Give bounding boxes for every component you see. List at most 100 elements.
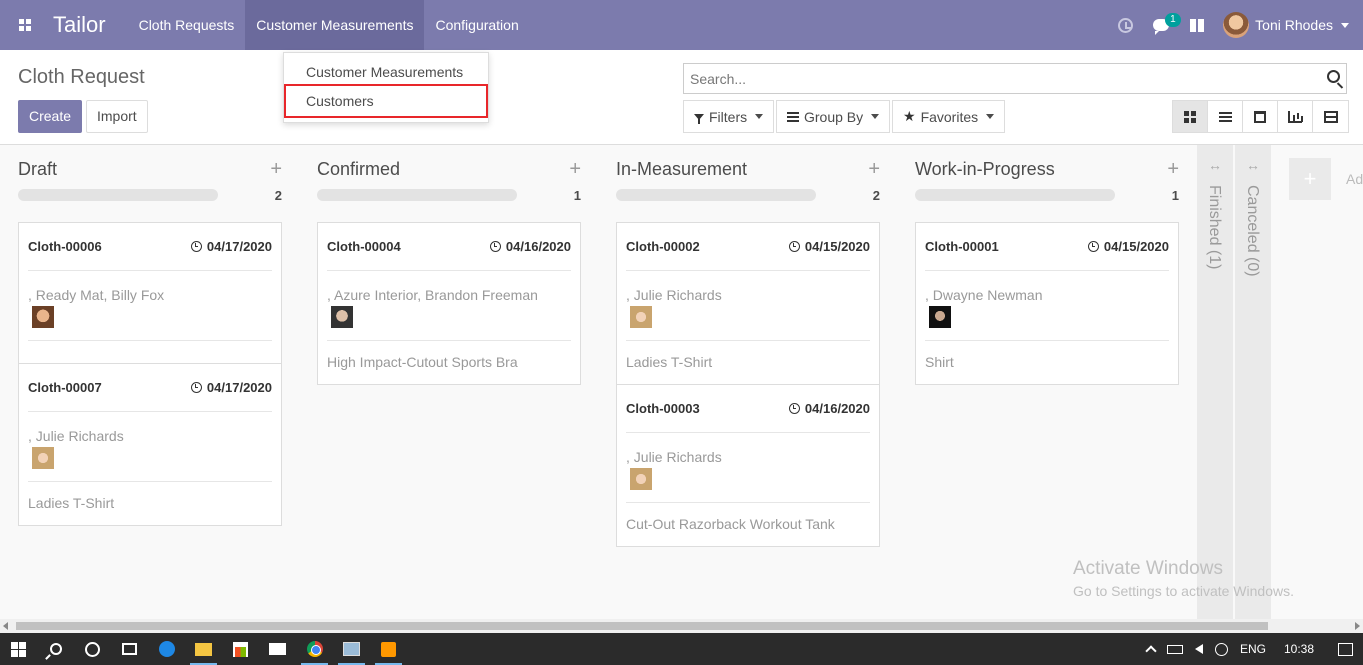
battery-icon[interactable] [1161, 644, 1189, 654]
card-date-value: 04/16/2020 [505, 239, 571, 254]
folded-column-finished[interactable]: ↔ Finished (1) [1197, 145, 1233, 620]
column-count: 1 [1171, 187, 1179, 203]
card-reference: Cloth-00002 [626, 239, 700, 254]
kanban-column-confirmed: Confirmed + 1 Cloth-00004 04/16/2020 , A… [317, 145, 581, 385]
card-customer: , Julie Richards [626, 287, 722, 303]
column-title: In-Measurement [616, 158, 748, 179]
task-view-icon[interactable] [111, 633, 148, 665]
clock-time[interactable]: 10:38 [1278, 642, 1320, 656]
column-add-icon[interactable]: + [270, 158, 282, 181]
file-explorer-icon[interactable] [185, 633, 222, 665]
pivot-view-button[interactable] [1313, 101, 1348, 132]
search-input[interactable] [684, 64, 1304, 93]
customer-avatar [929, 306, 951, 328]
language-indicator[interactable]: ENG [1234, 642, 1272, 656]
column-progress-bar [317, 189, 517, 201]
apps-menu-icon[interactable] [0, 0, 50, 50]
calendar-view-button[interactable] [1243, 101, 1278, 132]
bars-icon [787, 111, 799, 122]
column-add-icon[interactable]: + [868, 158, 880, 181]
card-date-value: 04/17/2020 [206, 239, 272, 254]
messages-chat-icon[interactable]: 1 [1143, 0, 1181, 50]
customer-avatar [630, 306, 652, 328]
card-reference: Cloth-00001 [925, 239, 999, 254]
column-progress-bar [18, 189, 218, 201]
customer-avatar [32, 306, 54, 328]
card-product [28, 341, 272, 363]
favorites-label: Favorites [920, 108, 979, 125]
menu-configuration[interactable]: Configuration [424, 0, 529, 50]
list-view-icon [1218, 111, 1232, 122]
kanban-card[interactable]: Cloth-00003 04/16/2020 , Julie Richards … [616, 384, 880, 547]
photos-icon[interactable] [333, 633, 370, 665]
menu-cloth-requests[interactable]: Cloth Requests [128, 0, 246, 50]
group-by-button[interactable]: Group By [776, 100, 891, 133]
kanban-card[interactable]: Cloth-00002 04/15/2020 , Julie Richards … [616, 222, 880, 385]
app-brand: Tailor [53, 12, 106, 37]
scroll-right-icon[interactable] [1355, 622, 1360, 630]
card-date-value: 04/17/2020 [206, 380, 272, 395]
menu-customer-measurements[interactable]: Customer Measurements [245, 0, 425, 50]
card-product: Shirt [925, 354, 954, 370]
calendar-view-icon [1254, 110, 1266, 123]
folded-column-canceled[interactable]: ↔ Canceled (0) [1235, 145, 1271, 620]
card-customer: , Azure Interior, Brandon Freeman [327, 287, 538, 303]
filters-button[interactable]: Filters [683, 100, 775, 133]
card-date-value: 04/15/2020 [804, 239, 870, 254]
horizontal-scrollbar[interactable] [0, 619, 1363, 633]
card-reference: Cloth-00007 [28, 380, 102, 395]
create-button[interactable]: Create [18, 100, 83, 133]
tray-chevron-up-icon[interactable] [1141, 643, 1161, 657]
windows-start-icon[interactable] [0, 633, 37, 665]
add-column-button[interactable]: + [1289, 158, 1331, 200]
volume-icon[interactable] [1189, 644, 1209, 654]
add-column-label[interactable]: Ad [1346, 171, 1363, 187]
chrome-icon[interactable] [296, 633, 333, 665]
star-icon: ★ [903, 108, 916, 124]
group-by-label: Group By [804, 108, 864, 125]
user-name: Toni Rhodes [1255, 17, 1333, 33]
scroll-left-icon[interactable] [3, 622, 8, 630]
graph-view-icon [1288, 110, 1302, 123]
card-customer: , Dwayne Newman [925, 287, 1043, 303]
kanban-column-in-measurement: In-Measurement + 2 Cloth-00002 04/15/202… [616, 145, 880, 547]
notification-center-icon[interactable] [1338, 642, 1353, 656]
kanban-card[interactable]: Cloth-00007 04/17/2020 , Julie Richards … [18, 363, 282, 526]
graph-view-button[interactable] [1278, 101, 1313, 132]
sublime-text-icon[interactable] [370, 633, 407, 665]
favorites-button[interactable]: ★ Favorites [892, 100, 1006, 133]
kanban-card[interactable]: Cloth-00004 04/16/2020 , Azure Interior,… [317, 222, 581, 385]
gift-icon[interactable] [1179, 0, 1215, 50]
customer-avatar [630, 468, 652, 490]
column-title: Confirmed [317, 158, 401, 179]
list-view-button[interactable] [1208, 101, 1243, 132]
expand-arrows-icon: ↔ [1208, 157, 1222, 173]
card-product: Cut-Out Razorback Workout Tank [626, 516, 835, 532]
caret-down-icon [986, 114, 995, 119]
search-icon[interactable] [1327, 70, 1340, 83]
dropdown-item-customer-measurements[interactable]: Customer Measurements [284, 59, 488, 86]
cortana-icon[interactable] [74, 633, 111, 665]
column-add-icon[interactable]: + [569, 158, 581, 181]
edge-browser-icon[interactable] [148, 633, 185, 665]
expand-arrows-icon: ↔ [1246, 157, 1260, 173]
column-add-icon[interactable]: + [1167, 158, 1179, 181]
kanban-view-icon [1184, 110, 1196, 123]
kanban-card[interactable]: Cloth-00006 04/17/2020 , Ready Mat, Bill… [18, 222, 282, 364]
filters-label: Filters [709, 108, 748, 125]
mail-icon[interactable] [259, 633, 296, 665]
kanban-view-button[interactable] [1173, 101, 1208, 132]
kanban-card[interactable]: Cloth-00001 04/15/2020 , Dwayne Newman S… [915, 222, 1179, 385]
taskbar-search-icon[interactable] [37, 633, 74, 665]
dropdown-item-customers[interactable]: Customers [284, 84, 488, 118]
store-icon[interactable] [222, 633, 259, 665]
kanban-column-work-in-progress: Work-in-Progress + 1 Cloth-00001 04/15/2… [915, 145, 1179, 385]
clock-icon [788, 403, 800, 414]
column-title: Work-in-Progress [915, 158, 1055, 179]
activity-clock-icon[interactable] [1107, 0, 1143, 50]
user-menu[interactable]: Toni Rhodes [1215, 0, 1363, 50]
card-date-value: 04/15/2020 [1103, 239, 1169, 254]
network-globe-icon[interactable] [1209, 642, 1234, 656]
scrollbar-thumb[interactable] [16, 622, 1268, 630]
import-button[interactable]: Import [86, 100, 148, 133]
